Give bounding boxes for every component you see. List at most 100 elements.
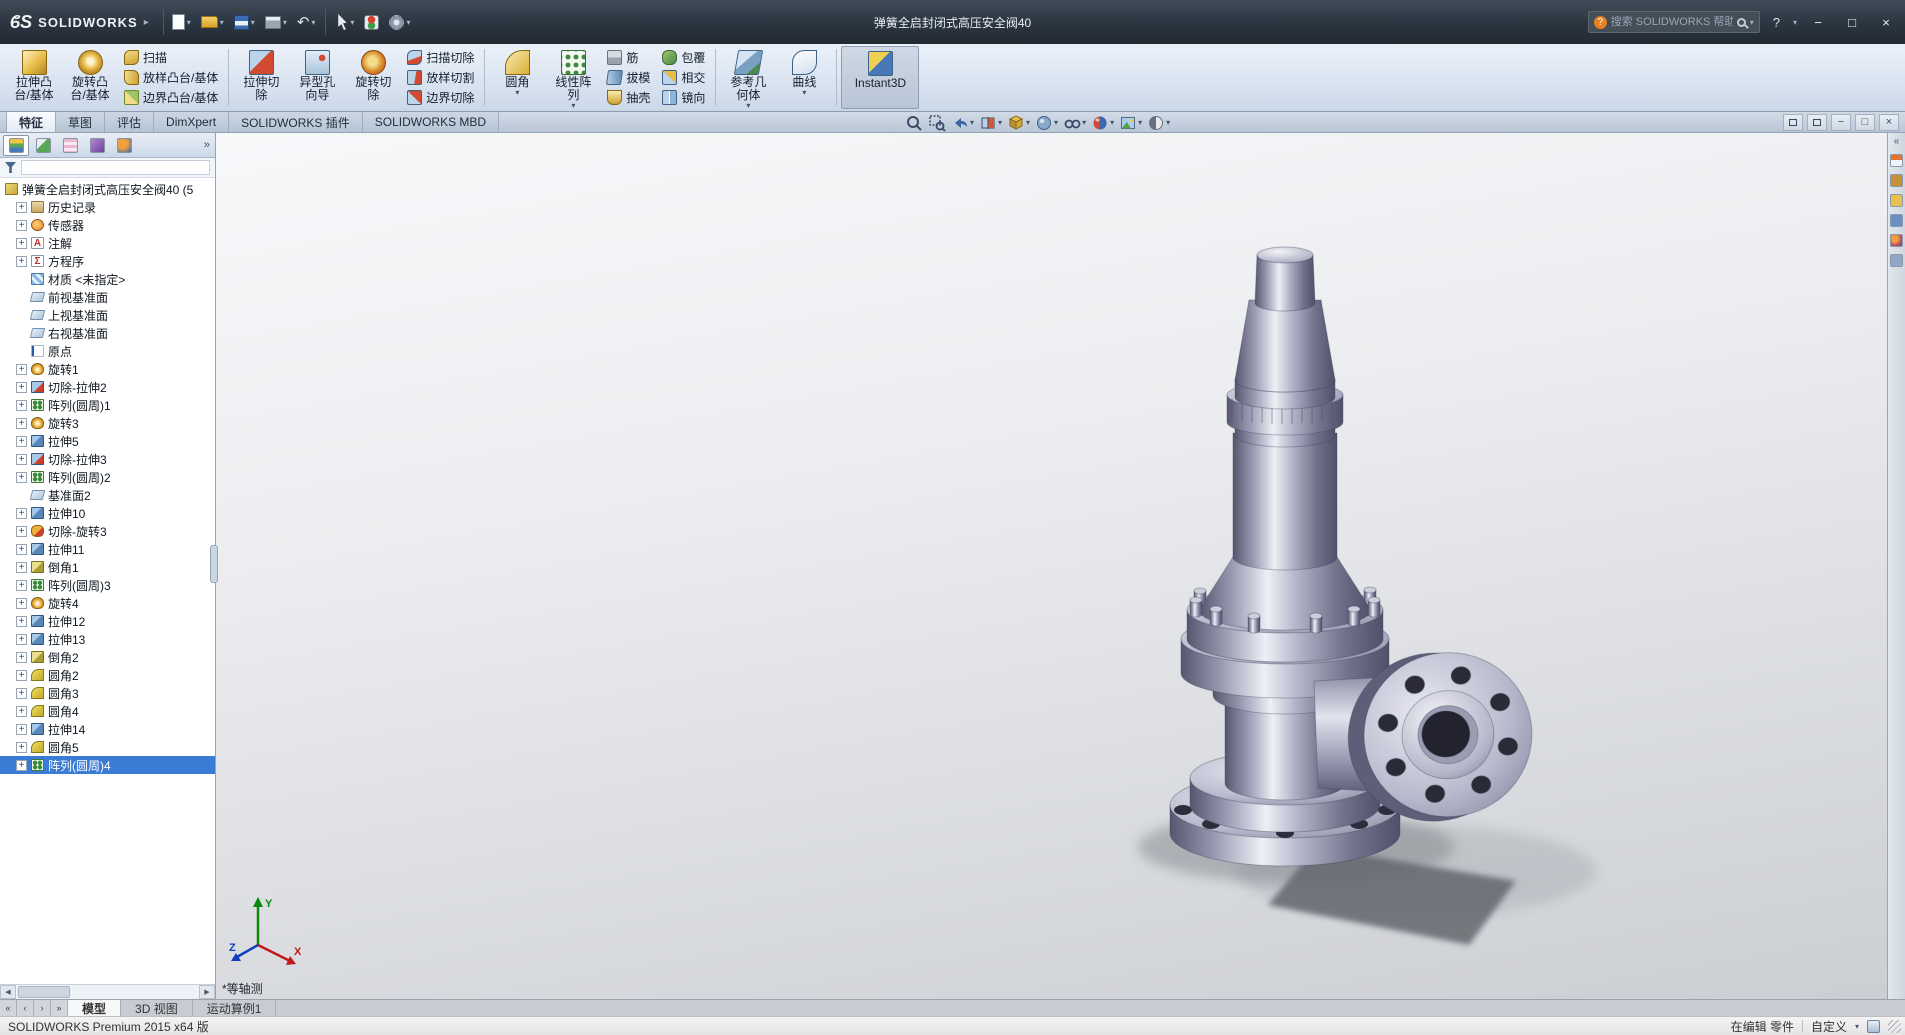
custom-properties-icon[interactable]: [1890, 254, 1903, 267]
expand-icon[interactable]: +: [16, 417, 27, 429]
caret-down-icon[interactable]: ▾: [571, 102, 575, 110]
boundary-boss-button[interactable]: 边界凸台/基体: [120, 88, 222, 107]
nav-last-button[interactable]: »: [51, 1000, 68, 1016]
caret-down-icon[interactable]: ▾: [1138, 118, 1142, 127]
caret-down-icon[interactable]: ▾: [1166, 118, 1170, 127]
select-button[interactable]: ▾: [332, 11, 358, 33]
expand-icon[interactable]: +: [16, 237, 27, 249]
tree-item[interactable]: + 旋转4: [0, 594, 215, 612]
expand-icon[interactable]: +: [16, 255, 27, 267]
tree-item[interactable]: 材质 <未指定>: [0, 270, 215, 288]
curves-button[interactable]: 曲线 ▾: [776, 46, 832, 109]
tab-featuremanager[interactable]: [3, 134, 29, 156]
doc-minimize-button[interactable]: −: [1831, 114, 1851, 131]
nav-prev-button[interactable]: ‹: [17, 1000, 34, 1016]
expand-icon[interactable]: +: [16, 543, 27, 555]
caret-down-icon[interactable]: ▾: [802, 89, 806, 97]
new-file-button[interactable]: ▾: [168, 11, 195, 33]
search-input[interactable]: [1610, 16, 1733, 28]
tree-item[interactable]: + 阵列(圆周)3: [0, 576, 215, 594]
tab-dimxpertmanager[interactable]: [84, 135, 110, 156]
tree-item[interactable]: + 倒角2: [0, 648, 215, 666]
resize-grip[interactable]: [1888, 1019, 1901, 1033]
tree-item[interactable]: + 切除-拉伸2: [0, 378, 215, 396]
expand-icon[interactable]: +: [16, 381, 27, 393]
nav-first-button[interactable]: «: [0, 1000, 17, 1016]
tree-item[interactable]: + 历史记录: [0, 198, 215, 216]
save-button[interactable]: ▾: [230, 12, 259, 33]
expand-icon[interactable]: +: [16, 615, 27, 627]
maximize-button[interactable]: □: [1839, 11, 1865, 33]
expand-icon[interactable]: +: [16, 471, 27, 483]
expand-icon[interactable]: +: [16, 633, 27, 645]
zoom-to-fit-button[interactable]: [903, 113, 925, 133]
tree-item[interactable]: + 拉伸13: [0, 630, 215, 648]
section-view-button[interactable]: ▾: [977, 113, 1004, 133]
minimize-button[interactable]: −: [1805, 11, 1831, 33]
file-explorer-icon[interactable]: [1890, 194, 1903, 207]
tree-item[interactable]: + 圆角5: [0, 738, 215, 756]
intersect-button[interactable]: 相交: [658, 68, 709, 87]
draft-button[interactable]: 拔模: [603, 68, 654, 87]
shell-button[interactable]: 抽壳: [603, 88, 654, 107]
expand-icon[interactable]: +: [16, 759, 27, 771]
task-pane-expand-chevron[interactable]: «: [1894, 136, 1900, 147]
extrude-cut-button[interactable]: 拉伸切除: [233, 46, 289, 109]
expand-icon[interactable]: +: [16, 687, 27, 699]
tab-displaymanager[interactable]: [111, 135, 137, 156]
instant3d-button[interactable]: Instant3D: [841, 46, 920, 109]
sweep-button[interactable]: 扫描: [120, 48, 222, 67]
graphics-viewport[interactable]: Y X Z *等轴测: [216, 133, 1887, 999]
custom-caret-icon[interactable]: ▾: [1855, 1022, 1859, 1031]
tree-item[interactable]: + 拉伸12: [0, 612, 215, 630]
model-3d-safety-valve[interactable]: [216, 133, 1887, 999]
open-button[interactable]: ▾: [197, 13, 228, 31]
search-icon[interactable]: [1736, 17, 1746, 27]
view-orientation-button[interactable]: ▾: [1005, 113, 1032, 133]
expand-icon[interactable]: +: [16, 399, 27, 411]
tab-addins[interactable]: SOLIDWORKS 插件: [229, 112, 363, 132]
help-button[interactable]: ?: [1768, 13, 1785, 32]
revolve-boss-button[interactable]: 旋转凸台/基体: [62, 46, 118, 109]
loft-boss-button[interactable]: 放样凸台/基体: [120, 68, 222, 87]
solidworks-resources-icon[interactable]: [1890, 154, 1903, 167]
tree-item[interactable]: 基准面2: [0, 486, 215, 504]
caret-down-icon[interactable]: ▾: [1082, 118, 1086, 127]
new-window-button[interactable]: [1783, 114, 1803, 131]
tab-dimxpert[interactable]: DimXpert: [154, 112, 230, 132]
expand-icon[interactable]: +: [16, 741, 27, 753]
panel-overflow-chevron[interactable]: »: [204, 139, 210, 151]
display-style-button[interactable]: ▾: [1033, 113, 1060, 133]
tree-item[interactable]: + 拉伸5: [0, 432, 215, 450]
tab-model[interactable]: 模型: [68, 1000, 122, 1016]
expand-icon[interactable]: +: [16, 579, 27, 591]
caret-down-icon[interactable]: ▾: [1054, 118, 1058, 127]
boundary-cut-button[interactable]: 边界切除: [403, 88, 478, 107]
doc-restore-button[interactable]: □: [1855, 114, 1875, 131]
scroll-right-button[interactable]: ▶: [199, 985, 215, 999]
caret-down-icon[interactable]: ▾: [746, 102, 750, 110]
tab-mbd[interactable]: SOLIDWORKS MBD: [362, 112, 500, 132]
tree-item[interactable]: + 圆角2: [0, 666, 215, 684]
tree-item[interactable]: + A 注解: [0, 234, 215, 252]
revolve-cut-button[interactable]: 旋转切除: [345, 46, 401, 109]
tree-item[interactable]: + 切除-旋转3: [0, 522, 215, 540]
tab-features[interactable]: 特征: [6, 112, 57, 132]
tree-item[interactable]: + 切除-拉伸3: [0, 450, 215, 468]
caret-down-icon[interactable]: ▾: [515, 89, 519, 97]
custom-label[interactable]: 自定义: [1811, 1018, 1847, 1035]
tree-item[interactable]: + 阵列(圆周)1: [0, 396, 215, 414]
tab-sketch[interactable]: 草图: [56, 112, 106, 132]
filter-funnel-icon[interactable]: [5, 162, 16, 173]
caret-down-icon[interactable]: ▾: [1110, 118, 1114, 127]
loft-cut-button[interactable]: 放样切割: [403, 68, 478, 87]
filter-input[interactable]: [21, 160, 210, 175]
linear-pattern-button[interactable]: 线性阵列 ▾: [545, 46, 601, 110]
expand-icon[interactable]: +: [16, 597, 27, 609]
hide-show-items-button[interactable]: ▾: [1061, 113, 1088, 133]
design-library-icon[interactable]: [1890, 174, 1903, 187]
expand-icon[interactable]: +: [16, 201, 27, 213]
tree-item[interactable]: + 拉伸14: [0, 720, 215, 738]
tree-item[interactable]: + 阵列(圆周)2: [0, 468, 215, 486]
units-icon[interactable]: [1867, 1019, 1880, 1033]
